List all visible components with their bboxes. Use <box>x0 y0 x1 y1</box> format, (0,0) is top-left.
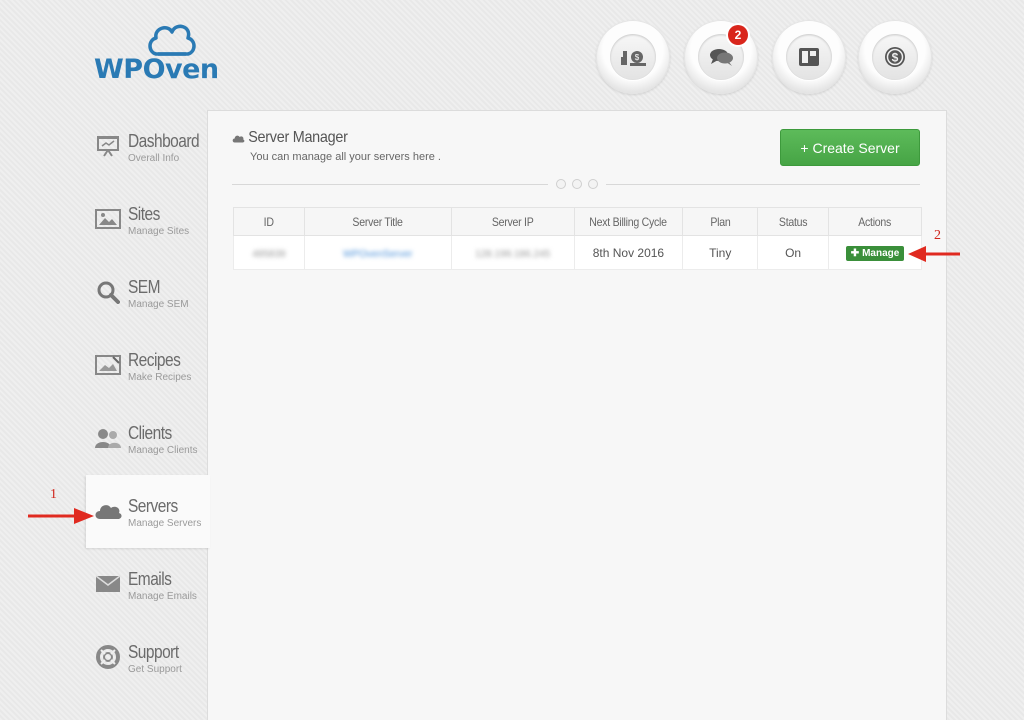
col-id: ID <box>233 207 305 236</box>
panel-title-row: Server Manager <box>232 129 420 147</box>
sidebar-item-label: Support <box>128 642 179 662</box>
col-billing: Next Billing Cycle <box>573 207 684 236</box>
sidebar-item-label: Recipes <box>128 350 181 370</box>
logo-text: WPOven <box>94 54 219 85</box>
sidebar-item-label: Emails <box>128 569 172 589</box>
sidebar-item-sites[interactable]: Sites Manage Sites <box>86 183 208 256</box>
pager-dots <box>548 179 606 189</box>
image-edit-icon <box>94 353 122 377</box>
magnifier-icon <box>94 280 122 304</box>
panel-header: Server Manager You can manage all your s… <box>232 129 441 163</box>
svg-text:$: $ <box>635 53 640 62</box>
sidebar-item-clients[interactable]: Clients Manage Clients <box>86 402 208 475</box>
top-dollar-button[interactable]: $ <box>858 20 932 94</box>
layout-icon <box>799 48 819 66</box>
picture-icon <box>94 207 122 231</box>
sidebar-item-sublabel: Manage Emails <box>128 591 197 602</box>
sidebar-item-sublabel: Get Support <box>128 664 182 675</box>
sidebar-item-label: Servers <box>128 496 178 516</box>
sidebar-item-label: SEM <box>128 277 161 297</box>
sidebar-item-recipes[interactable]: Recipes Make Recipes <box>86 329 208 402</box>
svg-text:$: $ <box>892 51 899 65</box>
cell-id: 485839 <box>233 235 305 270</box>
annotation-number-2: 2 <box>934 228 941 243</box>
col-actions: Actions <box>828 207 922 236</box>
page-subtitle: You can manage all your servers here . <box>250 151 441 163</box>
create-server-button[interactable]: + Create Server <box>780 129 920 166</box>
cloud-icon <box>232 135 245 142</box>
lifebuoy-icon <box>94 645 122 669</box>
annotation-arrow-2-icon <box>908 246 960 262</box>
sidebar-item-sublabel: Manage Servers <box>128 518 202 529</box>
dollar-icon: $ <box>885 47 905 67</box>
sidebar-item-servers[interactable]: Servers Manage Servers <box>86 475 210 548</box>
col-plan: Plan <box>682 207 759 236</box>
sidebar-item-emails[interactable]: Emails Manage Emails <box>86 548 208 621</box>
col-status: Status <box>757 207 830 236</box>
chat-bubbles-icon <box>710 49 733 66</box>
sidebar-item-sublabel: Overall Info <box>128 153 180 164</box>
manage-button[interactable]: ✚ Manage <box>845 245 905 261</box>
col-server-ip: Server IP <box>450 207 575 236</box>
sidebar-item-dashboard[interactable]: Dashboard Overall Info <box>86 110 208 183</box>
cloud-icon <box>94 499 122 523</box>
sidebar-item-sublabel: Manage Clients <box>128 445 198 456</box>
sidebar-item-sublabel: Make Recipes <box>128 372 192 383</box>
sidebar-item-sublabel: Manage SEM <box>128 299 189 310</box>
wpoven-logo[interactable]: WPOven <box>94 20 234 86</box>
sidebar-item-sem[interactable]: SEM Manage SEM <box>86 256 208 329</box>
annotation-number-1: 1 <box>50 487 57 502</box>
top-billing-button[interactable]: $ <box>596 20 670 94</box>
cell-server-title[interactable]: WPOvenServer <box>303 235 452 270</box>
users-icon <box>94 426 122 450</box>
sidebar-item-label: Dashboard <box>128 131 200 151</box>
sidebar-item-sublabel: Manage Sites <box>128 226 190 237</box>
annotation-arrow-1-icon <box>28 508 94 524</box>
cell-server-ip: 128.199.186.245 <box>450 235 575 270</box>
table-row: 485839 WPOvenServer 128.199.186.245 8th … <box>233 235 922 270</box>
manage-button-label: Manage <box>862 247 900 259</box>
sidebar-item-label: Sites <box>128 204 160 224</box>
sidebar-item-support[interactable]: Support Get Support <box>86 621 208 694</box>
cell-billing: 8th Nov 2016 <box>573 235 684 270</box>
table-header-row: ID Server Title Server IP Next Billing C… <box>233 207 922 236</box>
messages-badge: 2 <box>728 25 748 45</box>
cell-plan: Tiny <box>682 235 759 270</box>
sidebar-item-label: Clients <box>128 423 172 443</box>
envelope-icon <box>94 572 122 596</box>
servers-table: ID Server Title Server IP Next Billing C… <box>233 207 922 270</box>
server-manager-panel: Server Manager You can manage all your s… <box>207 110 947 720</box>
cell-status: On <box>757 235 830 270</box>
page-title: Server Manager <box>248 129 348 146</box>
col-server-title: Server Title <box>303 207 452 236</box>
sidebar-nav: Dashboard Overall Info Sites Manage Site… <box>86 110 210 694</box>
top-messages-button[interactable]: 2 <box>684 20 758 94</box>
top-layout-button[interactable] <box>772 20 846 94</box>
presentation-icon <box>94 134 122 158</box>
billing-icon: $ <box>621 51 646 66</box>
plus-icon: ✚ <box>850 247 860 259</box>
